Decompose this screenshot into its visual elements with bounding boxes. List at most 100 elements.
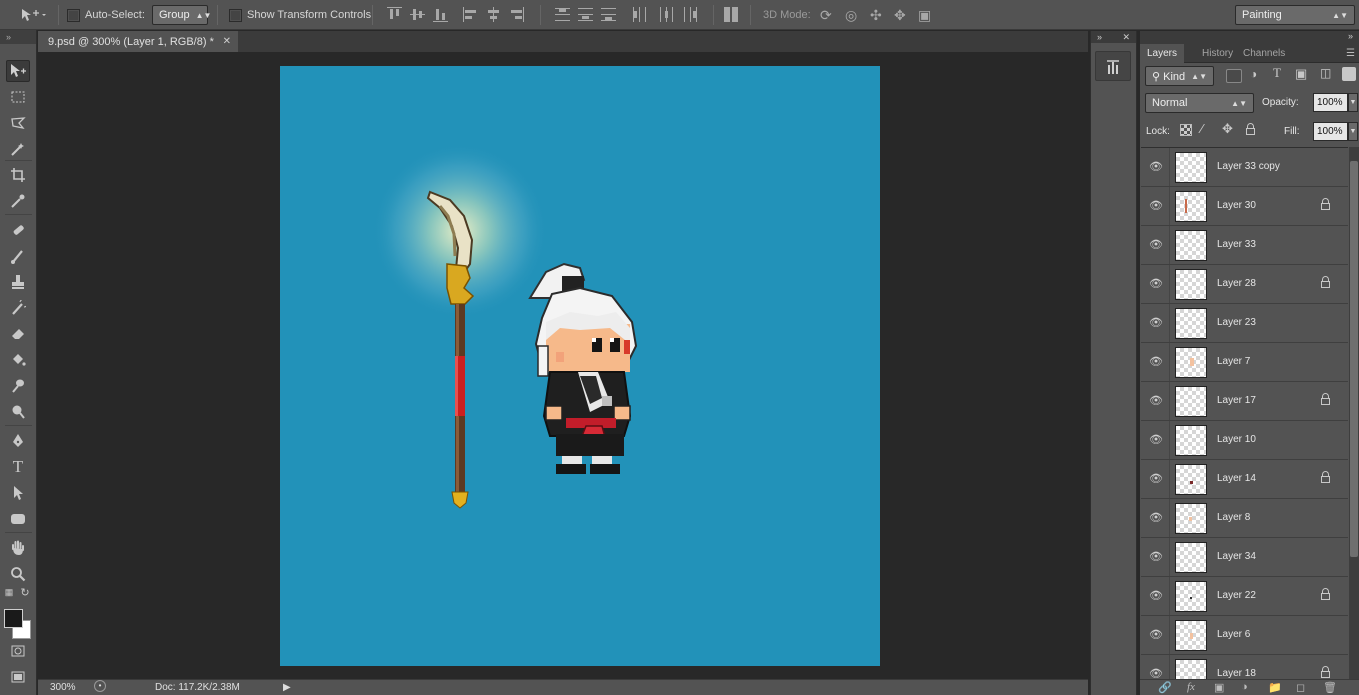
blend-mode-dropdown[interactable]: Normal ▲▼ — [1145, 93, 1254, 113]
zoom-level[interactable]: 300% — [50, 682, 76, 693]
hand-tool-icon[interactable] — [6, 537, 30, 559]
filter-smart-object-icon[interactable]: ◫ — [1320, 66, 1331, 80]
layer-row[interactable]: 👁 Layer 33 — [1141, 226, 1348, 265]
document-canvas[interactable] — [280, 66, 880, 666]
auto-select-check-box[interactable] — [67, 8, 80, 22]
align-bottom-icon[interactable] — [433, 7, 448, 22]
workspace-dropdown[interactable]: Painting ▲▼ — [1235, 5, 1355, 25]
delete-layer-icon[interactable]: 🗑 — [1323, 681, 1337, 694]
auto-align-layers-icon[interactable] — [724, 7, 739, 22]
zoom-tool-icon[interactable] — [6, 563, 30, 585]
layer-row[interactable]: 👁 Layer 34 — [1141, 538, 1348, 577]
distribute-vertical-center-icon[interactable] — [578, 7, 593, 22]
layer-row[interactable]: 👁 Layer 7 — [1141, 343, 1348, 382]
visibility-eye-icon[interactable]: 👁 — [1149, 199, 1163, 213]
type-tool-icon[interactable]: T — [6, 456, 30, 478]
layer-row[interactable]: 👁 Layer 30 — [1141, 187, 1348, 226]
opacity-slider-toggle[interactable]: ▼ — [1348, 93, 1358, 112]
lock-transparent-icon[interactable] — [1180, 124, 1192, 136]
brush-tool-icon[interactable] — [6, 245, 30, 267]
tab-history[interactable]: History — [1195, 44, 1240, 63]
visibility-eye-icon[interactable]: 👁 — [1149, 160, 1163, 174]
toolbar-collapse-icon[interactable]: » — [0, 30, 36, 44]
eyedropper-icon[interactable] — [6, 190, 30, 212]
brush-presets-icon[interactable] — [1095, 51, 1131, 81]
expand-panels-icon[interactable]: » — [1097, 31, 1102, 43]
lock-image-icon[interactable]: ∕ — [1201, 121, 1203, 136]
clone-stamp-icon[interactable] — [6, 271, 30, 293]
auto-select-checkbox[interactable]: Auto-Select: — [67, 0, 145, 30]
status-info-icon[interactable]: • — [94, 680, 106, 692]
filter-shape-icon[interactable]: ▣ — [1295, 66, 1307, 82]
eraser-icon[interactable] — [6, 323, 30, 345]
rectangle-tool-icon[interactable] — [6, 508, 30, 530]
fill-input[interactable]: 100% — [1313, 122, 1348, 141]
visibility-eye-icon[interactable]: 👁 — [1149, 277, 1163, 291]
align-right-icon[interactable] — [509, 7, 524, 22]
pen-tool-icon[interactable] — [6, 430, 30, 452]
align-vertical-center-icon[interactable] — [410, 7, 425, 22]
show-transform-controls-checkbox[interactable]: Show Transform Controls — [229, 0, 371, 30]
magic-wand-icon[interactable] — [6, 138, 30, 160]
visibility-eye-icon[interactable]: 👁 — [1149, 589, 1163, 603]
tab-channels[interactable]: Channels — [1236, 44, 1292, 63]
3d-rotate-icon[interactable]: ⟳ — [820, 0, 832, 30]
dodge-tool-icon[interactable] — [6, 401, 30, 423]
layer-row[interactable]: 👁 Layer 22 — [1141, 577, 1348, 616]
visibility-eye-icon[interactable]: 👁 — [1149, 628, 1163, 642]
layer-row[interactable]: 👁 Layer 14 — [1141, 460, 1348, 499]
document-tab[interactable]: 9.psd @ 300% (Layer 1, RGB/8) * ✕ — [38, 31, 238, 52]
layer-row[interactable]: 👁 Layer 33 copy — [1141, 148, 1348, 187]
layers-scrollbar[interactable] — [1349, 147, 1359, 679]
align-horizontal-center-icon[interactable] — [486, 7, 501, 22]
panel-expand-icon[interactable]: » — [1348, 31, 1353, 41]
smudge-tool-icon[interactable] — [6, 375, 30, 397]
layer-row[interactable]: 👁 Layer 18 — [1141, 655, 1348, 679]
align-top-icon[interactable] — [387, 7, 402, 22]
quick-mask-icon[interactable] — [6, 640, 30, 662]
filter-toggle-icon[interactable] — [1342, 67, 1356, 81]
tab-layers[interactable]: Layers — [1140, 44, 1185, 64]
layer-style-fx-icon[interactable]: fx — [1187, 681, 1195, 693]
move-tool-icon[interactable] — [6, 60, 30, 82]
layer-row[interactable]: 👁 Layer 6 — [1141, 616, 1348, 655]
rectangular-marquee-icon[interactable] — [6, 86, 30, 108]
new-group-icon[interactable]: 📁 — [1268, 681, 1282, 694]
filter-kind-dropdown[interactable]: ⚲ Kind ▲▼ — [1145, 66, 1214, 86]
distribute-bottom-icon[interactable] — [601, 7, 616, 22]
paint-bucket-icon[interactable] — [6, 349, 30, 371]
filter-type-icon[interactable]: T — [1273, 65, 1281, 81]
distribute-top-icon[interactable] — [555, 7, 570, 22]
layer-row[interactable]: 👁 Layer 17 — [1141, 382, 1348, 421]
visibility-eye-icon[interactable]: 👁 — [1149, 550, 1163, 564]
layer-row[interactable]: 👁 Layer 10 — [1141, 421, 1348, 460]
visibility-eye-icon[interactable]: 👁 — [1149, 667, 1163, 679]
lasso-tool-icon[interactable] — [6, 112, 30, 134]
healing-brush-icon[interactable] — [6, 219, 30, 241]
align-left-icon[interactable] — [463, 7, 478, 22]
3d-slide-icon[interactable]: ✥ — [894, 0, 906, 30]
3d-scale-icon[interactable]: ▣ — [918, 0, 931, 30]
visibility-eye-icon[interactable]: 👁 — [1149, 433, 1163, 447]
visibility-eye-icon[interactable]: 👁 — [1149, 511, 1163, 525]
3d-roll-icon[interactable]: ◎ — [845, 0, 857, 30]
auto-select-dropdown[interactable]: Group ▲▼ — [152, 5, 211, 25]
distribute-horizontal-center-icon[interactable] — [659, 7, 674, 22]
swap-colors-icon[interactable]: ↻ — [18, 585, 32, 599]
close-strip-icon[interactable]: ✕ — [1122, 31, 1130, 43]
status-menu-arrow-icon[interactable]: ▶ — [283, 682, 291, 693]
visibility-eye-icon[interactable]: 👁 — [1149, 355, 1163, 369]
default-colors-icon[interactable]: ▦ — [2, 585, 16, 599]
scrollbar-thumb[interactable] — [1350, 161, 1358, 557]
adjustment-layer-icon[interactable]: ◑ — [1241, 681, 1248, 693]
foreground-color-swatch[interactable] — [4, 609, 23, 628]
filter-adjustment-icon[interactable]: ◑ — [1250, 67, 1257, 81]
visibility-eye-icon[interactable]: 👁 — [1149, 316, 1163, 330]
history-brush-icon[interactable] — [6, 297, 30, 319]
path-selection-icon[interactable] — [6, 482, 30, 504]
layer-row[interactable]: 👁 Layer 23 — [1141, 304, 1348, 343]
distribute-left-icon[interactable] — [632, 7, 647, 22]
crop-tool-icon[interactable] — [6, 164, 30, 186]
lock-position-icon[interactable]: ✥ — [1222, 121, 1233, 137]
screen-mode-icon[interactable] — [6, 666, 30, 688]
